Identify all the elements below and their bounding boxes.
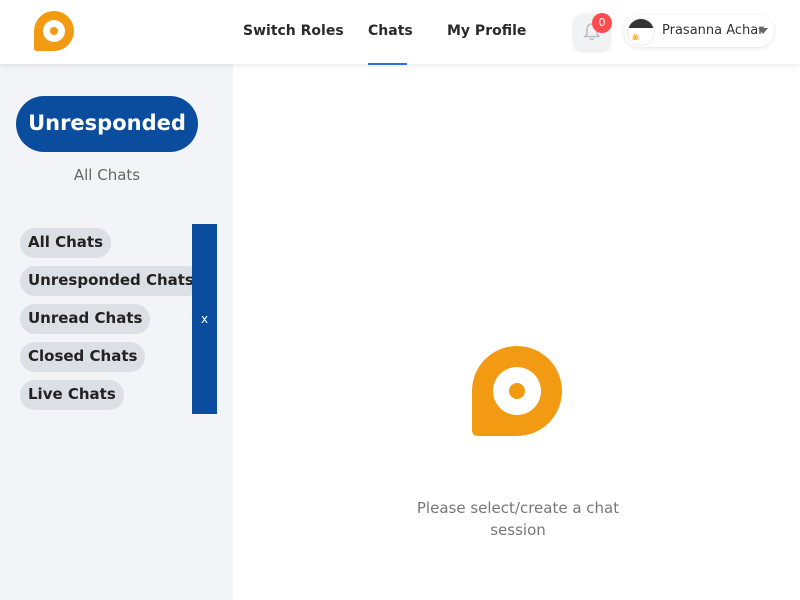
unresponded-button[interactable]: Unresponded (16, 96, 198, 152)
filter-unread-chats[interactable]: Unread Chats (20, 304, 151, 334)
filter-all-chats[interactable]: All Chats (20, 228, 112, 258)
nav-my-profile[interactable]: My Profile (447, 0, 526, 64)
notification-count-badge: 0 (592, 13, 612, 33)
chat-bubble-logo-icon (472, 346, 562, 436)
top-header: Switch Roles Chats My Profile 0 ılılı Pr… (0, 0, 800, 65)
app-logo-icon[interactable] (33, 10, 75, 52)
filter-closed-chats[interactable]: Closed Chats (20, 342, 146, 372)
avatar-mark: ılılı (632, 33, 639, 42)
user-menu[interactable]: ılılı Prasanna Achar (624, 15, 774, 47)
chat-sidebar: Unresponded All Chats All Chats Unrespon… (0, 64, 233, 600)
user-name: Prasanna Achar (662, 23, 764, 38)
filter-live-chats[interactable]: Live Chats (20, 380, 124, 410)
nav-switch-roles[interactable]: Switch Roles (243, 0, 344, 64)
close-filter-panel-button[interactable]: x (192, 224, 217, 414)
filter-unresponded-chats[interactable]: Unresponded Chats (20, 266, 202, 296)
nav-chats[interactable]: Chats (368, 0, 413, 64)
empty-state-message: Please select/create a chat session (416, 499, 620, 539)
caret-down-icon[interactable] (758, 28, 768, 34)
current-filter-label: All Chats (73, 166, 141, 184)
avatar: ılılı (627, 18, 655, 46)
chat-main-panel: Please select/create a chat session (233, 64, 800, 600)
active-nav-indicator (368, 63, 407, 65)
